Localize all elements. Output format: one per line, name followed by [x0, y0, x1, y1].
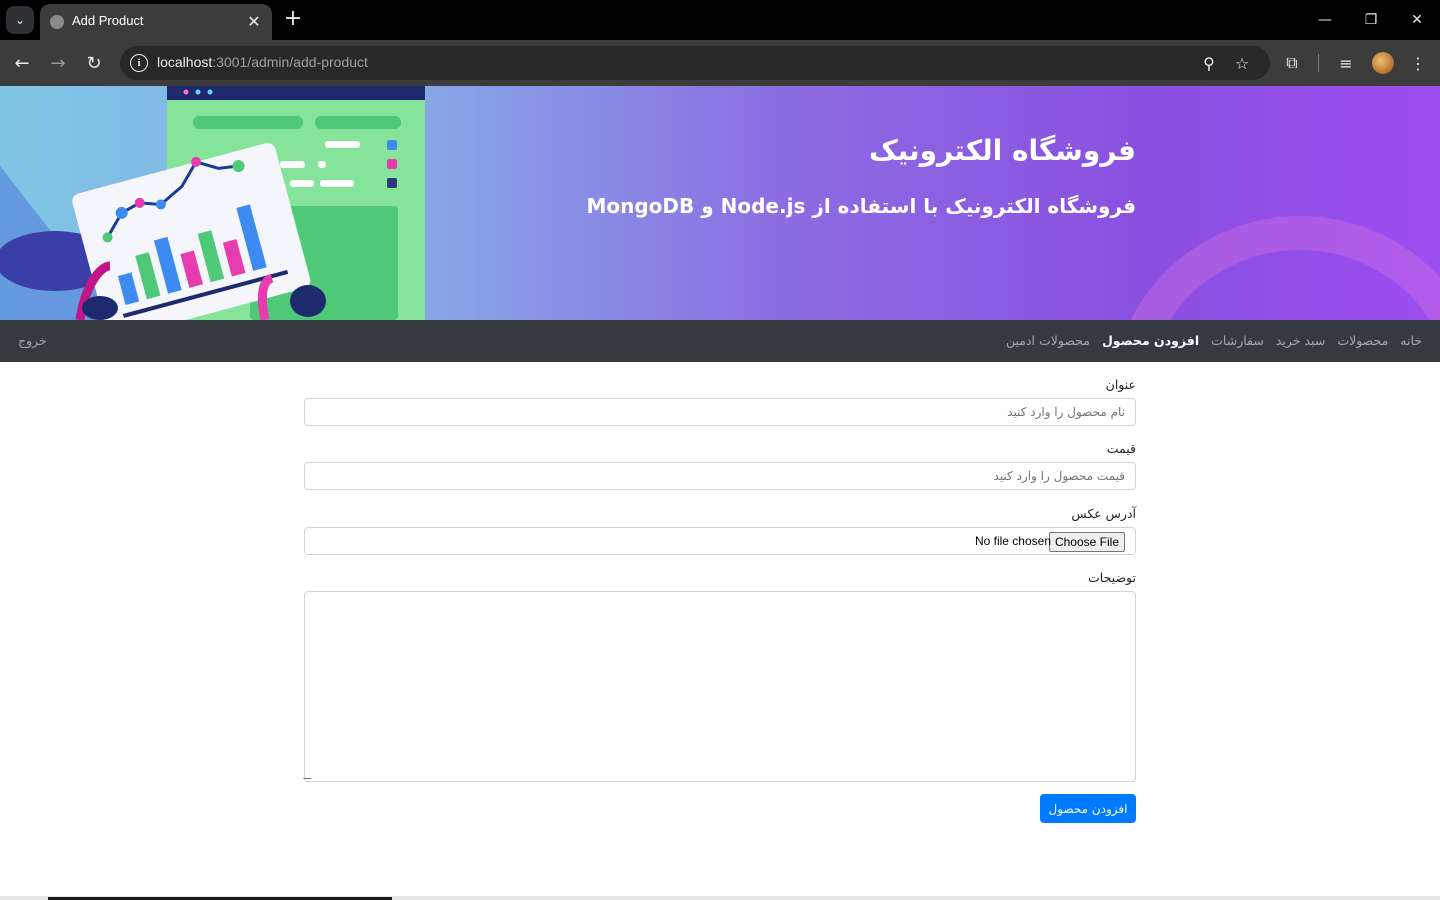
reload-icon[interactable]: ↻ [80, 49, 108, 77]
kebab-menu-icon[interactable]: ⋮ [1404, 49, 1432, 77]
decorative-arc [1110, 216, 1440, 320]
image-label: آدرس عکس [1071, 506, 1136, 521]
site-subtitle: فروشگاه الکترونیک با استفاده از Node.js … [586, 194, 1136, 218]
price-label: قیمت [1106, 441, 1136, 456]
horizontal-scrollbar[interactable] [0, 896, 1440, 900]
nav-link-admin-products[interactable]: محصولات ادمین [1006, 333, 1090, 348]
new-tab-plus-icon[interactable]: + [282, 8, 304, 30]
profile-avatar[interactable] [1372, 52, 1394, 74]
analytics-illustration [0, 86, 425, 320]
nav-link-home[interactable]: خانه [1400, 333, 1422, 348]
main-navbar: خانه محصولات سبد خرید سفارشات افزودن محص… [0, 320, 1440, 362]
title-field-wrapper [304, 398, 1136, 426]
extensions-puzzle-icon[interactable]: ⧉ [1278, 49, 1306, 77]
toolbar-divider [1318, 54, 1319, 72]
site-title: فروشگاه الکترونیک [868, 134, 1136, 167]
nav-link-products[interactable]: محصولات [1337, 333, 1388, 348]
title-input[interactable] [305, 399, 1135, 425]
add-product-submit-button[interactable]: افزودن محصول [1040, 794, 1136, 823]
price-input[interactable] [305, 463, 1135, 489]
title-label: عنوان [1105, 377, 1136, 392]
file-status-text: No file chosen [974, 534, 1051, 548]
address-bar[interactable]: i localhost:3001/admin/add-product ⚲ ☆ [120, 46, 1270, 80]
description-textarea[interactable] [303, 591, 1136, 782]
tab-title: Add Product [72, 13, 144, 28]
minimize-icon[interactable]: — [1311, 6, 1339, 34]
star-bookmark-icon[interactable]: ☆ [1232, 53, 1252, 73]
image-file-input[interactable]: Choose File No file chosen [304, 527, 1136, 555]
media-playlist-icon[interactable]: ≡ [1332, 49, 1360, 77]
choose-file-button[interactable]: Choose File [1048, 532, 1125, 552]
globe-icon [50, 15, 64, 29]
nav-link-orders[interactable]: سفارشات [1211, 333, 1264, 348]
nav-links: خانه محصولات سبد خرید سفارشات افزودن محص… [1006, 333, 1422, 348]
browser-tab[interactable]: Add Product ✕ [40, 4, 272, 40]
nav-link-add-product[interactable]: افزودن محصول [1102, 333, 1199, 348]
resize-grip-icon[interactable] [303, 771, 319, 779]
zoom-icon[interactable]: ⚲ [1199, 53, 1219, 73]
window-close-icon[interactable]: ✕ [1403, 6, 1431, 34]
close-icon[interactable]: ✕ [244, 11, 264, 31]
url-text[interactable]: localhost:3001/admin/add-product [157, 54, 368, 70]
tab-search-chevron-icon[interactable]: ⌄ [6, 6, 34, 34]
back-arrow-icon[interactable]: ← [8, 49, 36, 77]
description-label: توضیحات [1088, 570, 1136, 585]
site-info-icon[interactable]: i [130, 54, 148, 72]
price-field-wrapper [304, 462, 1136, 490]
forward-arrow-icon[interactable]: → [44, 49, 72, 77]
restore-icon[interactable]: ❐ [1357, 6, 1385, 34]
logout-link[interactable]: خروج [18, 333, 47, 348]
hero-banner: فروشگاه الکترونیک فروشگاه الکترونیک با ا… [0, 86, 1440, 320]
browser-toolbar: ← → ↻ i localhost:3001/admin/add-product… [0, 40, 1440, 86]
nav-link-cart[interactable]: سبد خرید [1276, 333, 1325, 348]
browser-tab-bar: ⌄ Add Product ✕ + — ❐ ✕ [0, 0, 1440, 40]
